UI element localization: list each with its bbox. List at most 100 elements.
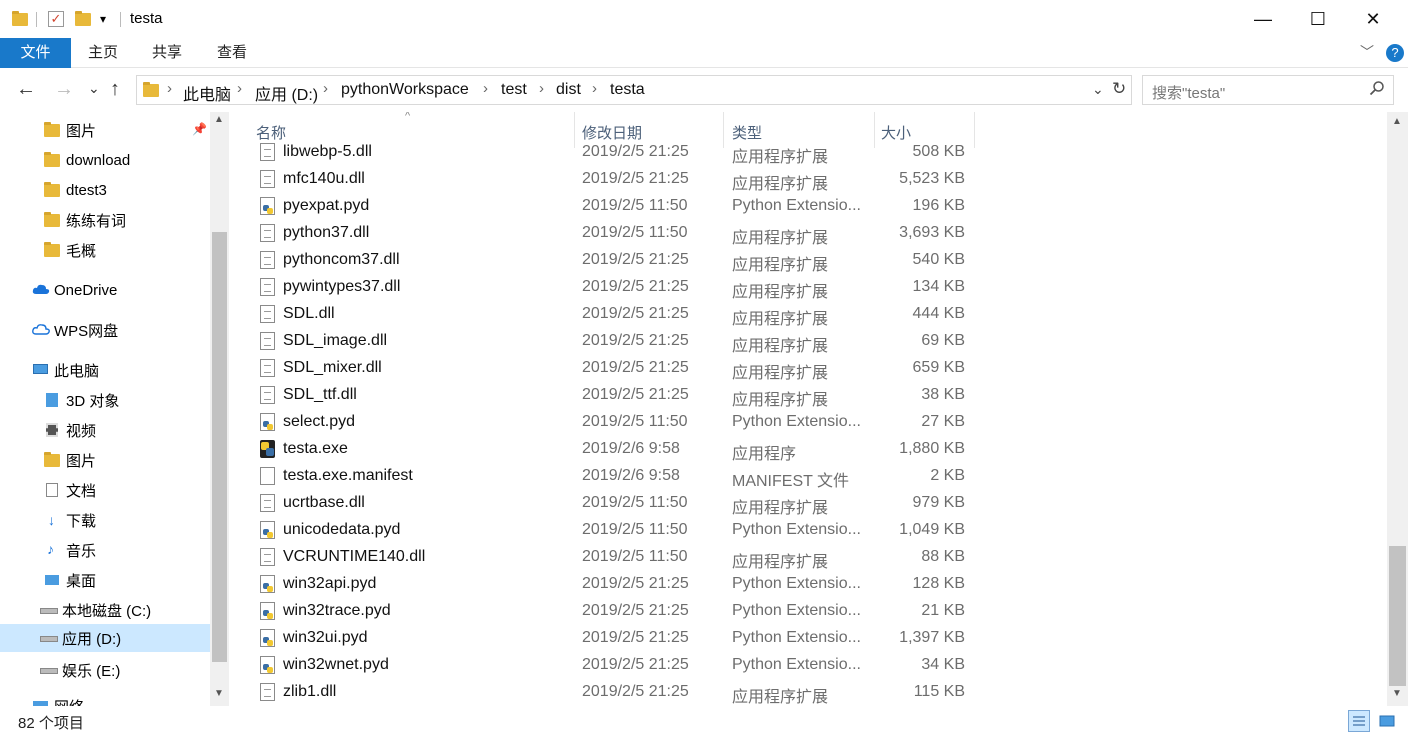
properties-check-icon[interactable]: ✓: [48, 10, 64, 28]
file-row[interactable]: win32ui.pyd 2019/2/5 21:25 Python Extensio…: [229, 625, 989, 652]
sidebar-item-drive-e[interactable]: 娱乐 (E:): [40, 656, 120, 684]
search-box[interactable]: 搜索"testa": [1142, 75, 1394, 105]
address-dropdown-icon[interactable]: ⌄: [1092, 81, 1104, 98]
file-row[interactable]: SDL_mixer.dll 2019/2/5 21:25 应用程序扩展 659 KB: [229, 355, 989, 382]
sidebar-item-lianlian[interactable]: 练练有词: [44, 206, 126, 234]
sidebar-item-label: 图片: [66, 452, 97, 470]
up-button[interactable]: ↑: [110, 78, 120, 101]
sidebar-item-pictures-pinned[interactable]: 图片: [44, 116, 96, 144]
sidebar-item-download[interactable]: download: [44, 146, 130, 174]
file-row[interactable]: SDL.dll 2019/2/5 21:25 应用程序扩展 444 KB: [229, 301, 989, 328]
folder-icon: [12, 10, 28, 28]
search-input[interactable]: 搜索"testa": [1152, 82, 1225, 103]
file-name: SDL.dll: [283, 305, 335, 322]
minimize-button[interactable]: —: [1236, 0, 1290, 38]
navigation-pane-scrollbar[interactable]: ▲ ▼: [210, 112, 229, 706]
sidebar-item-this-pc[interactable]: 此电脑: [32, 356, 99, 384]
file-type: Python Extensio...: [732, 413, 861, 430]
sidebar-item-desktop[interactable]: 桌面: [44, 566, 96, 594]
maximize-button[interactable]: ☐: [1291, 0, 1345, 38]
file-row[interactable]: ucrtbase.dll 2019/2/5 11:50 应用程序扩展 979 KB: [229, 490, 989, 517]
sidebar-item-dtest3[interactable]: dtest3: [44, 176, 107, 204]
refresh-icon[interactable]: ↻: [1112, 79, 1126, 99]
close-button[interactable]: ✕: [1346, 0, 1400, 38]
pictures-icon: [44, 452, 60, 468]
sidebar-item-pictures[interactable]: 图片: [44, 446, 96, 474]
scrollbar-thumb[interactable]: [212, 232, 227, 662]
file-row[interactable]: libwebp-5.dll 2019/2/5 21:25 应用程序扩展 508 KB: [229, 139, 989, 166]
recent-locations-button[interactable]: ⌄: [88, 80, 100, 97]
file-type: 应用程序扩展: [732, 554, 829, 571]
scrollbar-thumb[interactable]: [1389, 546, 1406, 686]
scroll-down-icon[interactable]: ▼: [1392, 688, 1402, 699]
large-icons-view-button[interactable]: [1376, 710, 1398, 732]
sidebar-item-network[interactable]: 网络: [32, 692, 84, 706]
file-row[interactable]: pywintypes37.dll 2019/2/5 21:25 应用程序扩展 134 …: [229, 274, 989, 301]
network-icon: [32, 698, 48, 706]
file-row[interactable]: win32api.pyd 2019/2/5 21:25 Python Extensi…: [229, 571, 989, 598]
file-size: 1,880 KB: [899, 440, 965, 457]
file-row[interactable]: win32wnet.pyd 2019/2/5 21:25 Python Extens…: [229, 652, 989, 679]
file-row[interactable]: zlib1.dll 2019/2/5 21:25 应用程序扩展 115 KB: [229, 679, 989, 706]
sidebar-item-wps[interactable]: WPS网盘: [32, 316, 118, 344]
pin-icon[interactable]: 📌: [192, 122, 207, 136]
file-row[interactable]: mfc140u.dll 2019/2/5 21:25 应用程序扩展 5,523 KB: [229, 166, 989, 193]
ribbon-expand-chevron-icon[interactable]: ﹀: [1360, 42, 1374, 62]
new-folder-icon[interactable]: [75, 10, 91, 28]
breadcrumb-this-pc[interactable]: 此电脑: [183, 81, 231, 105]
breadcrumb-test[interactable]: test: [501, 81, 527, 99]
breadcrumb-dist[interactable]: dist: [556, 81, 581, 99]
details-view-button[interactable]: [1348, 710, 1370, 732]
file-name: unicodedata.pyd: [283, 521, 401, 538]
tab-share[interactable]: 共享: [152, 38, 182, 68]
file-type: 应用程序扩展: [732, 392, 829, 409]
file-row[interactable]: testa.exe.manifest 2019/2/6 9:58 MANIFEST …: [229, 463, 989, 490]
sidebar-item-maogai[interactable]: 毛概: [44, 236, 96, 264]
quick-access-dropdown[interactable]: ▾: [100, 10, 106, 28]
address-bar[interactable]: › 此电脑 › 应用 (D:) › pythonWorkspace › test…: [136, 75, 1132, 105]
file-list-scrollbar[interactable]: ▲ ▼: [1387, 112, 1408, 706]
tab-home[interactable]: 主页: [88, 38, 118, 68]
file-type: 应用程序扩展: [732, 230, 829, 247]
tab-file[interactable]: 文件: [0, 38, 71, 68]
file-row[interactable]: SDL_ttf.dll 2019/2/5 21:25 应用程序扩展 38 KB: [229, 382, 989, 409]
tab-view[interactable]: 查看: [217, 38, 247, 68]
file-date: 2019/2/5 21:25: [582, 251, 689, 268]
sidebar-item-3d-objects[interactable]: 3D 对象: [44, 386, 119, 414]
sidebar-item-drive-d[interactable]: 应用 (D:): [0, 624, 210, 652]
scroll-up-icon[interactable]: ▲: [214, 114, 224, 125]
file-row[interactable]: SDL_image.dll 2019/2/5 21:25 应用程序扩展 69 KB: [229, 328, 989, 355]
file-size: 659 KB: [912, 359, 965, 376]
file-row[interactable]: testa.exe 2019/2/6 9:58 应用程序 1,880 KB: [229, 436, 989, 463]
file-row[interactable]: win32trace.pyd 2019/2/5 21:25 Python Exten…: [229, 598, 989, 625]
back-button[interactable]: ←: [16, 78, 36, 101]
file-row[interactable]: VCRUNTIME140.dll 2019/2/5 11:50 应用程序扩展 88 K…: [229, 544, 989, 571]
file-row[interactable]: unicodedata.pyd 2019/2/5 11:50 Python Exte…: [229, 517, 989, 544]
sort-ascending-icon: ^: [405, 112, 411, 122]
breadcrumb-testa[interactable]: testa: [610, 81, 645, 99]
dll-file-icon: [260, 251, 275, 269]
sidebar-item-label: 毛概: [66, 242, 97, 260]
breadcrumb-drive-d[interactable]: 应用 (D:): [255, 81, 318, 105]
sidebar-item-label: 音乐: [66, 542, 97, 560]
file-row[interactable]: pyexpat.pyd 2019/2/5 11:50 Python Extensio…: [229, 193, 989, 220]
file-type: Python Extensio...: [732, 602, 861, 619]
sidebar-item-drive-c[interactable]: 本地磁盘 (C:): [40, 596, 151, 624]
breadcrumb-pythonworkspace[interactable]: pythonWorkspace: [341, 81, 469, 99]
file-type: 应用程序扩展: [732, 284, 829, 301]
forward-button[interactable]: →: [54, 78, 74, 101]
file-date: 2019/2/5 11:50: [582, 548, 688, 565]
scroll-up-icon[interactable]: ▲: [1392, 116, 1402, 127]
sidebar-item-onedrive[interactable]: OneDrive: [32, 276, 117, 304]
file-row[interactable]: pythoncom37.dll 2019/2/5 21:25 应用程序扩展 540 K…: [229, 247, 989, 274]
sidebar-item-videos[interactable]: 视频: [44, 416, 96, 444]
file-row[interactable]: select.pyd 2019/2/5 11:50 Python Extensio.…: [229, 409, 989, 436]
help-icon[interactable]: ?: [1386, 44, 1404, 62]
sidebar-item-label: 练练有词: [66, 212, 127, 230]
sidebar-item-downloads[interactable]: ↓ 下载: [44, 506, 96, 534]
sidebar-item-music[interactable]: ♪ 音乐: [44, 536, 96, 564]
file-row[interactable]: python37.dll 2019/2/5 11:50 应用程序扩展 3,693 KB: [229, 220, 989, 247]
scroll-down-icon[interactable]: ▼: [214, 688, 224, 699]
sidebar-item-documents[interactable]: 文档: [44, 476, 96, 504]
search-icon[interactable]: [1369, 80, 1385, 100]
